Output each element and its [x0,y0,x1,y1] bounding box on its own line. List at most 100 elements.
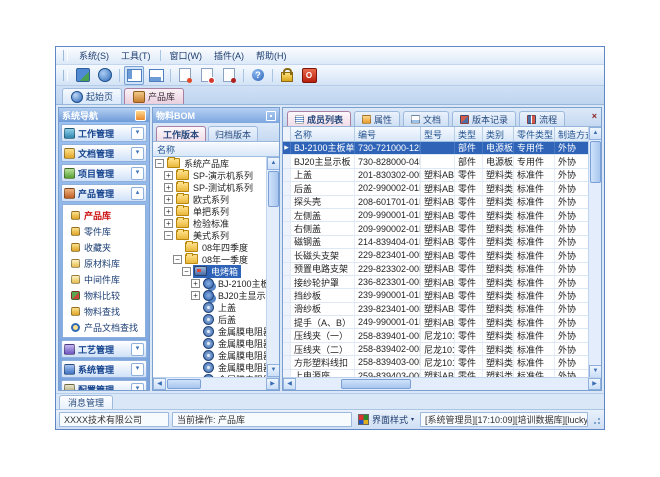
collapse-icon[interactable]: − [164,231,173,240]
column-header-3[interactable]: 类型 [455,127,483,141]
sidebar-item-3[interactable]: 原材料库 [63,255,145,271]
table-row[interactable]: ▸BJ-2100主板单点730-721000-12I部件电源板专用件外协颗 [283,142,601,155]
table-row[interactable]: 预置电路支架229-823302-00I塑料ABS零件塑料类标准件外协条 [283,263,601,276]
column-header-4[interactable]: 类别 [483,127,514,141]
sidebar-group-0[interactable]: 工作管理▾ [61,124,147,142]
menu-item-3[interactable]: 插件(A) [208,47,250,64]
sidebar-group-3[interactable]: 产品管理▴ [61,184,147,202]
table-row[interactable]: 左侧盖209-990001-01I塑料ABS零件塑料类标准件外协条 [283,209,601,222]
table-row[interactable]: 滑纱板239-823401-00I塑料ABS零件塑料类标准件外协条 [283,303,601,316]
expand-icon[interactable]: + [191,279,200,288]
bom-vertical-scrollbar[interactable]: ▲ ▼ [266,157,279,377]
table-row[interactable]: 挡纱板239-990001-01I塑料ABS零件塑料类标准件外协条 [283,289,601,302]
close-icon[interactable]: × [592,111,597,121]
tree-node-12[interactable]: 上盖 [153,301,266,313]
toolbar-button-web[interactable] [95,66,115,85]
scroll-left-icon[interactable]: ◀ [283,378,296,390]
expand-icon[interactable]: + [164,183,173,192]
member-tab-4[interactable]: 流程 [519,111,565,126]
tree-node-5[interactable]: +检验标准 [153,217,266,229]
tree-node-2[interactable]: +SP-测试机系列 [153,181,266,193]
table-row[interactable]: 接纱轮护罩236-823301-00I塑料ABS零件塑料类标准件外协条 [283,276,601,289]
member-tab-1[interactable]: 属性 [354,111,400,126]
interface-style-button[interactable]: 界面样式 ▾ [355,413,417,426]
scroll-right-icon[interactable]: ▶ [266,378,279,390]
bom-column-header[interactable]: 名称 [153,142,279,157]
expand-icon[interactable]: + [164,171,173,180]
bom-horizontal-scrollbar[interactable]: ◀ ▶ [153,377,279,390]
chevron-up-icon[interactable]: ▴ [131,187,144,200]
toolbar-grip[interactable] [63,70,68,81]
bom-hscroll-thumb[interactable] [167,379,201,389]
tree-node-14[interactable]: 金属膜电阻器 [153,325,266,337]
scroll-up-icon[interactable]: ▲ [589,127,601,140]
toolbar-button-interface-style[interactable] [73,66,93,85]
table-row[interactable]: 磁钢盖214-839404-01I塑料ABS零件塑料类标准件外协条 [283,236,601,249]
sidebar-group-1[interactable]: 文档管理▾ [61,144,147,162]
table-vscroll-thumb[interactable] [590,141,601,183]
member-tab-2[interactable]: 文档 [403,111,449,126]
table-row[interactable]: 提手（A、B）249-990001-01I塑料ABS零件塑料类标准件外协条 [283,316,601,329]
expand-icon[interactable]: + [191,291,200,300]
expand-icon[interactable]: + [164,207,173,216]
scroll-down-icon[interactable]: ▼ [267,364,279,377]
tree-node-13[interactable]: 后盖 [153,313,266,325]
table-row[interactable]: BJ20主显示板730-828000-04I部件电源板专用件外协颗 [283,155,601,168]
menubar-grip[interactable] [63,50,68,61]
scroll-up-icon[interactable]: ▲ [267,157,279,170]
sidebar-item-0[interactable]: 产品库 [63,207,145,223]
table-vertical-scrollbar[interactable]: ▲ ▼ [588,127,601,378]
tree-node-1[interactable]: +SP-演示机系列 [153,169,266,181]
member-tab-3[interactable]: 版本记录 [452,111,516,126]
tree-node-11[interactable]: +BJ20主显示板 [153,289,266,301]
table-row[interactable]: 压线夹（二）258-839402-00I尼龙1010零件塑料类标准件外协条 [283,343,601,356]
collapse-icon[interactable]: − [155,159,164,168]
menu-item-2[interactable]: 窗口(W) [164,47,209,64]
toolbar-button-workspace-window[interactable] [146,66,166,85]
chevron-down-icon[interactable]: ▾ [131,127,144,140]
toolbar-button-lock[interactable] [277,66,297,85]
tree-node-4[interactable]: +单把系列 [153,205,266,217]
sidebar-item-5[interactable]: 物料比较 [63,287,145,303]
table-row[interactable]: 长磁头支架229-823401-00I塑料ABS零件塑料类标准件外协条 [283,249,601,262]
toolbar-button-doc-action-3[interactable] [219,66,239,85]
chevron-down-icon[interactable]: ▾ [131,383,144,391]
tree-node-3[interactable]: +欧式系列 [153,193,266,205]
toolbar-button-help[interactable]: ? [248,66,268,85]
tree-node-0[interactable]: −系统产品库 [153,157,266,169]
tree-node-10[interactable]: +BJ-2100主板单点 [153,277,266,289]
sidebar-item-2[interactable]: 收藏夹 [63,239,145,255]
tree-node-9[interactable]: −电烤箱 [153,265,266,277]
sidebar-group-5[interactable]: 系统管理▾ [61,360,147,378]
chevron-down-icon[interactable]: ▾ [131,343,144,356]
column-header-0[interactable]: 名称 [291,127,355,141]
table-row[interactable]: 右侧盖209-990002-01I塑料ABS零件塑料类标准件外协条 [283,222,601,235]
bom-tab-1[interactable]: 归档版本 [208,126,258,141]
collapse-icon[interactable]: − [173,255,182,264]
sidebar-item-7[interactable]: 产品文档查找 [63,319,145,335]
doc-tab-start-page[interactable]: 起始页 [62,88,122,104]
tree-node-15[interactable]: 金属膜电阻器 [153,337,266,349]
table-row[interactable]: 上盖201-830302-00I塑料ABS零件塑料类标准件外协条 [283,169,601,182]
collapse-icon[interactable]: − [182,267,191,276]
table-row[interactable]: 方形塑料线扣258-839403-00I尼龙1010零件塑料类标准件外协条 [283,356,601,369]
tab-message-manage[interactable]: 消息管理 [59,395,113,409]
tree-node-7[interactable]: 08年四季度 [153,241,266,253]
sidebar-item-6[interactable]: 物料查找 [63,303,145,319]
pin-icon[interactable] [266,111,276,121]
table-row[interactable]: 后盖202-990002-01I塑料ABS零件塑料类标准件外协条 [283,182,601,195]
expand-icon[interactable]: + [164,195,173,204]
member-tab-0[interactable]: 成员列表 [287,111,351,126]
sidebar-header-icon[interactable] [135,110,146,121]
bom-tab-0[interactable]: 工作版本 [156,126,206,141]
chevron-down-icon[interactable]: ▾ [131,147,144,160]
table-row[interactable]: 压线夹（一）258-839401-00I尼龙1010零件塑料类标准件外协条 [283,329,601,342]
sidebar-group-4[interactable]: 工艺管理▾ [61,340,147,358]
bom-vscroll-thumb[interactable] [268,171,279,207]
scroll-left-icon[interactable]: ◀ [153,378,166,390]
sidebar-group-6[interactable]: 配置管理▾ [61,380,147,390]
column-header-1[interactable]: 编号 [355,127,421,141]
toolbar-button-doc-action-1[interactable] [175,66,195,85]
tree-node-17[interactable]: 金属膜电阻器 [153,361,266,373]
doc-tab-product-lib[interactable]: 产品库 [124,88,184,104]
